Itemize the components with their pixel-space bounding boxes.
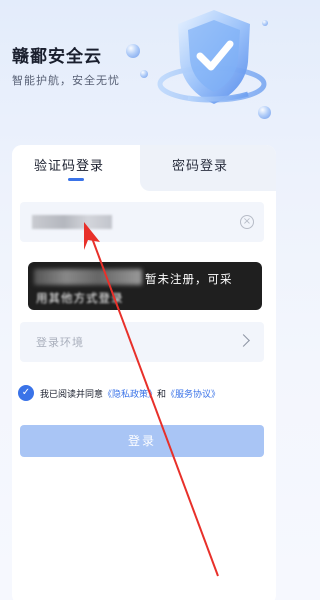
- bubble-decoration: [126, 44, 140, 58]
- privacy-policy-link[interactable]: 《隐私政策》: [103, 390, 157, 400]
- bubble-decoration: [258, 106, 271, 119]
- login-button[interactable]: 登录: [20, 425, 264, 457]
- agreement-row: ✓ 我已阅读并同意《隐私政策》和《服务协议》: [18, 385, 268, 403]
- tab-sms-code[interactable]: 验证码登录: [12, 145, 140, 191]
- tab-password-label: 密码登录: [172, 159, 229, 174]
- toast-line-1: 暂未注册，可采: [145, 272, 233, 286]
- shield-illustration: [126, 0, 282, 140]
- bubble-decoration: [140, 70, 148, 78]
- tab-sms-code-label: 验证码登录: [34, 159, 105, 174]
- tab-password[interactable]: 密码登录: [140, 145, 276, 191]
- clear-icon[interactable]: ×: [240, 215, 254, 229]
- login-environment-select[interactable]: 登录环境: [20, 322, 264, 362]
- agreement-and: 和: [157, 390, 167, 400]
- login-tabs: 密码登录 验证码登录: [12, 145, 276, 191]
- chevron-right-icon: [237, 334, 250, 347]
- environment-placeholder: 登录环境: [36, 336, 84, 349]
- phone-input[interactable]: ×: [20, 202, 264, 242]
- toast-redacted-text: [34, 269, 142, 285]
- active-tab-indicator: [68, 178, 84, 181]
- toast-line-2: 用其他方式登录: [36, 291, 124, 305]
- bubble-decoration: [262, 20, 268, 26]
- agreement-checkbox[interactable]: ✓: [18, 385, 34, 401]
- app-title: 赣鄱安全云: [12, 47, 102, 67]
- agreement-prefix: 我已阅读并同意: [40, 390, 104, 400]
- agreement-text: 我已阅读并同意《隐私政策》和《服务协议》: [40, 387, 220, 400]
- login-card: 密码登录 验证码登录 × 登录环境 ✓ 我已阅读并同意《隐私政策》和《服务协议》…: [12, 145, 276, 600]
- toast-message: 暂未注册，可采 用其他方式登录: [28, 262, 262, 310]
- app-subtitle: 智能护航，安全无忧: [12, 74, 120, 87]
- service-agreement-link[interactable]: 《服务协议》: [166, 390, 220, 400]
- masked-phone-value: [32, 215, 112, 229]
